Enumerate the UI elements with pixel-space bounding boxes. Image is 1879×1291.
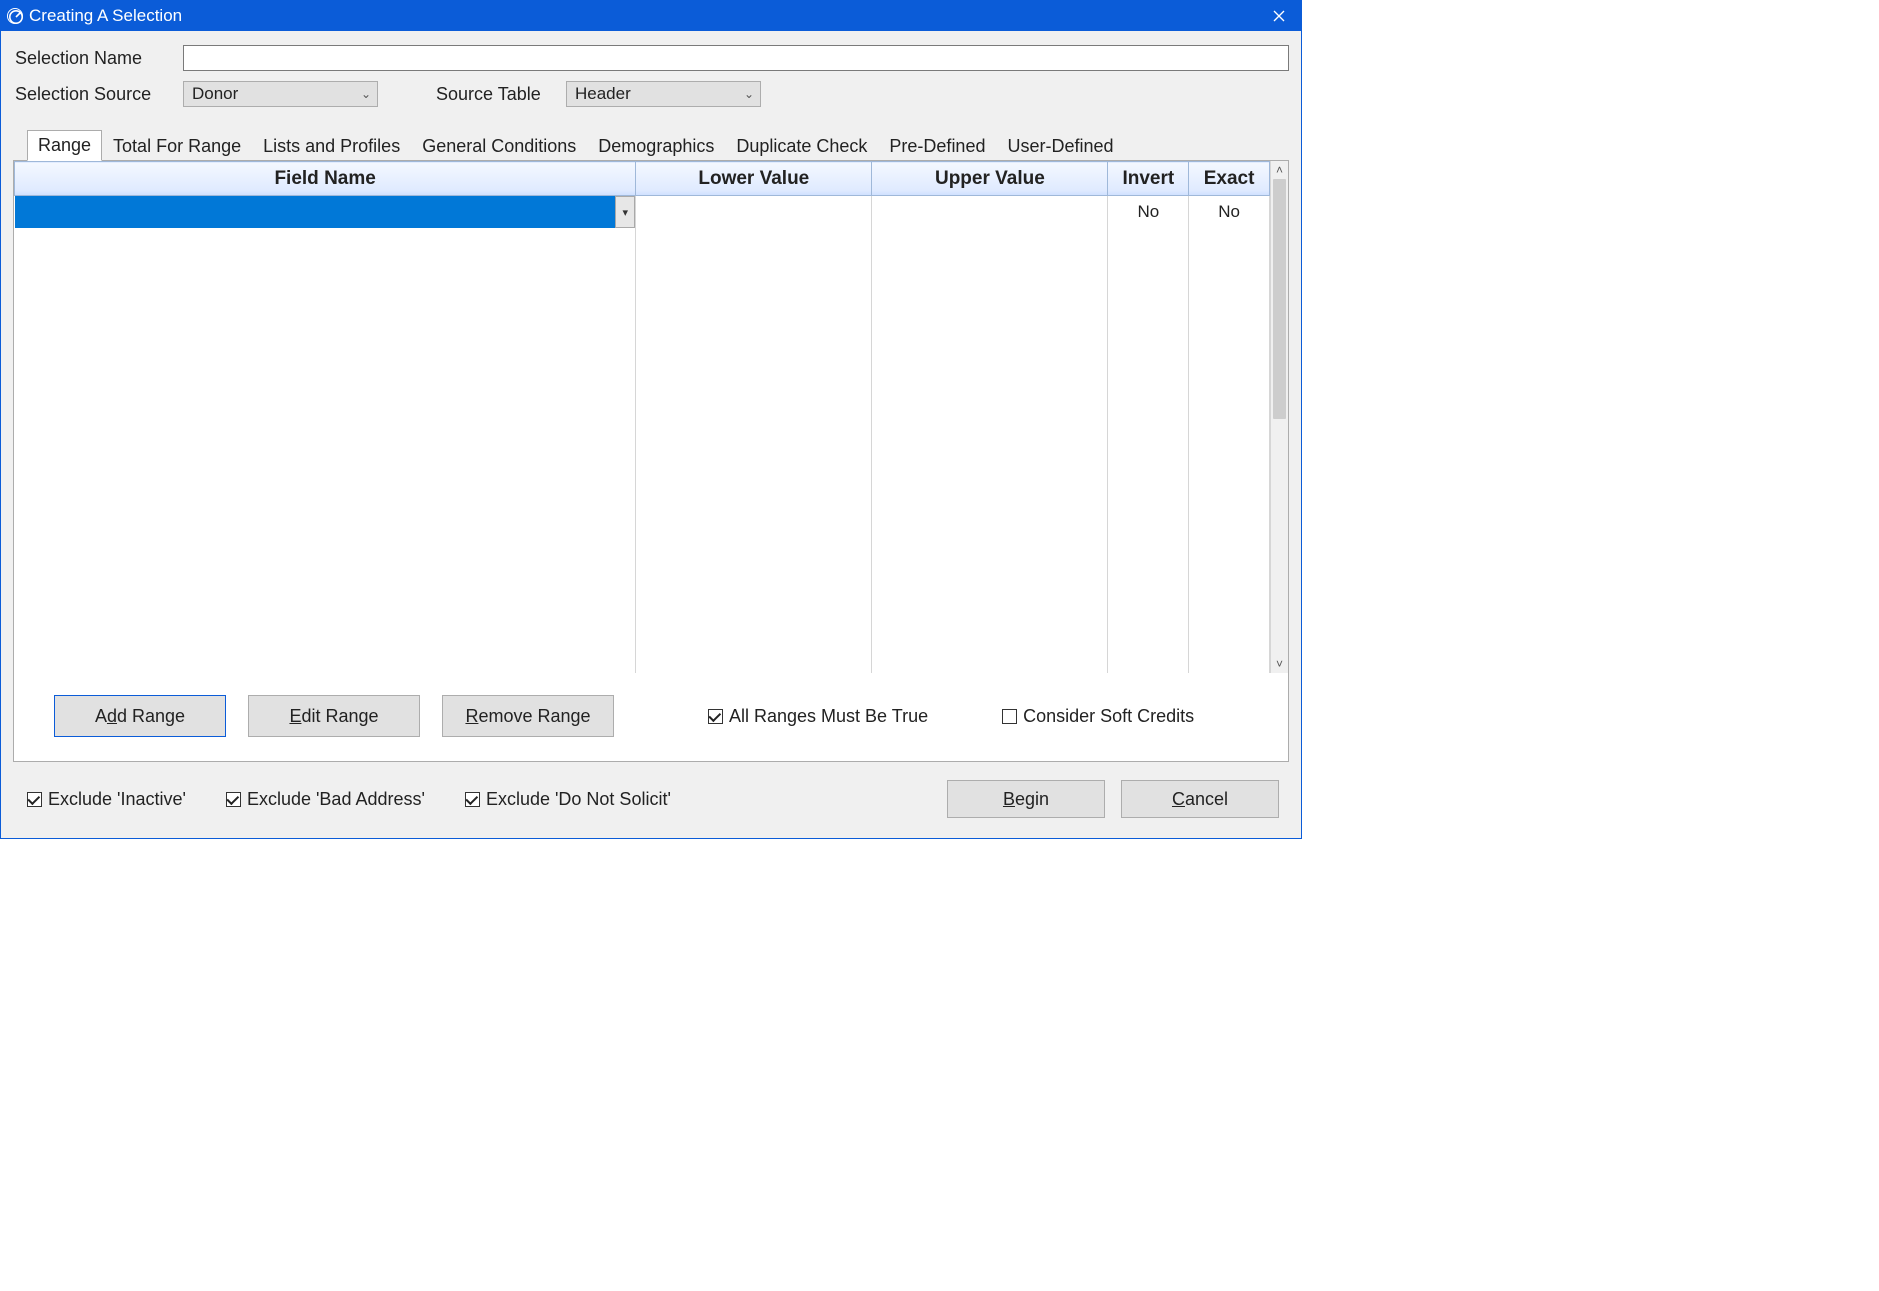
grid-vertical-scrollbar[interactable]: ˄ ˅ [1270,161,1288,673]
selection-source-value: Donor [192,84,238,104]
source-table-combo[interactable]: Header ⌄ [566,81,761,107]
scroll-track[interactable] [1271,179,1288,655]
consider-soft-credits-checkbox[interactable]: Consider Soft Credits [1002,706,1194,727]
scroll-thumb[interactable] [1273,179,1286,419]
exclude-inactive-checkbox[interactable]: Exclude 'Inactive' [27,789,186,810]
btn-text: Cancel [1172,789,1228,810]
cell-exact[interactable]: No [1189,196,1270,229]
cell-lower-value[interactable] [636,196,872,229]
close-icon [1273,10,1285,22]
selection-source-label: Selection Source [13,84,183,105]
chevron-down-icon: ⌄ [361,87,371,101]
tab-range[interactable]: Range [27,130,102,161]
cell-field-name[interactable]: ▾ [15,196,636,229]
checkbox-label: Exclude 'Do Not Solicit' [486,789,671,810]
scroll-down-button[interactable]: ˅ [1271,655,1288,673]
btn-text: Edit Range [289,706,378,727]
tab-general-conditions[interactable]: General Conditions [411,131,587,161]
selection-source-combo[interactable]: Donor ⌄ [183,81,378,107]
col-header-invert[interactable]: Invert [1108,162,1189,196]
checkbox-icon [708,709,723,724]
checkbox-icon [27,792,42,807]
close-button[interactable] [1256,1,1301,31]
col-header-upper-value[interactable]: Upper Value [872,162,1108,196]
remove-range-button[interactable]: Remove Range [442,695,614,737]
grid-empty-area [15,228,1270,673]
checkbox-label: Exclude 'Bad Address' [247,789,425,810]
col-header-exact[interactable]: Exact [1189,162,1270,196]
row-selection-name: Selection Name [13,45,1289,71]
scroll-up-button[interactable]: ˄ [1271,161,1288,179]
tab-demographics[interactable]: Demographics [587,131,725,161]
exclude-do-not-solicit-checkbox[interactable]: Exclude 'Do Not Solicit' [465,789,671,810]
row-selection-source: Selection Source Donor ⌄ Source Table He… [13,81,1289,107]
window-title: Creating A Selection [29,6,182,26]
grid-row[interactable]: ▾ No No [15,196,1270,229]
edit-range-button[interactable]: Edit Range [248,695,420,737]
cell-upper-value[interactable] [872,196,1108,229]
checkbox-icon [465,792,480,807]
range-grid-wrap: Field Name Lower Value Upper Value Inver… [14,161,1288,673]
field-name-dropdown-button[interactable]: ▾ [615,196,635,228]
dialog-window: Creating A Selection Selection Name Sele… [0,0,1302,839]
chevron-down-icon: ⌄ [744,87,754,101]
checkbox-icon [1002,709,1017,724]
source-table-value: Header [575,84,631,104]
field-name-selection[interactable] [15,196,616,228]
client-area: Selection Name Selection Source Donor ⌄ … [1,31,1301,838]
tab-panel-range: Field Name Lower Value Upper Value Inver… [13,160,1289,762]
range-grid[interactable]: Field Name Lower Value Upper Value Inver… [14,161,1270,673]
checkbox-icon [226,792,241,807]
exclude-bad-address-checkbox[interactable]: Exclude 'Bad Address' [226,789,425,810]
selection-name-label: Selection Name [13,48,183,69]
tab-pre-defined[interactable]: Pre-Defined [878,131,996,161]
dialog-bottom-row: Exclude 'Inactive' Exclude 'Bad Address'… [13,762,1289,826]
btn-text: Begin [1003,789,1049,810]
begin-button[interactable]: Begin [947,780,1105,818]
add-range-button[interactable]: Add Range [54,695,226,737]
col-header-field-name[interactable]: Field Name [15,162,636,196]
btn-text: Add Range [95,706,185,727]
range-actions-row: Add Range Edit Range Remove Range All Ra… [14,673,1288,761]
cell-invert[interactable]: No [1108,196,1189,229]
selection-name-input[interactable] [183,45,1289,71]
checkbox-label: All Ranges Must Be True [729,706,928,727]
all-ranges-true-checkbox[interactable]: All Ranges Must Be True [708,706,928,727]
cancel-button[interactable]: Cancel [1121,780,1279,818]
checkbox-label: Exclude 'Inactive' [48,789,186,810]
tab-duplicate-check[interactable]: Duplicate Check [725,131,878,161]
tab-user-defined[interactable]: User-Defined [996,131,1124,161]
tab-lists-and-profiles[interactable]: Lists and Profiles [252,131,411,161]
grid-header-row: Field Name Lower Value Upper Value Inver… [15,162,1270,196]
checkbox-label: Consider Soft Credits [1023,706,1194,727]
title-bar[interactable]: Creating A Selection [1,1,1301,31]
tab-strip: Range Total For Range Lists and Profiles… [13,129,1289,160]
btn-text: Remove Range [465,706,590,727]
source-table-label: Source Table [436,84,566,105]
tab-total-for-range[interactable]: Total For Range [102,131,252,161]
col-header-lower-value[interactable]: Lower Value [636,162,872,196]
app-icon [7,8,23,24]
caret-down-icon: ▾ [623,206,629,219]
